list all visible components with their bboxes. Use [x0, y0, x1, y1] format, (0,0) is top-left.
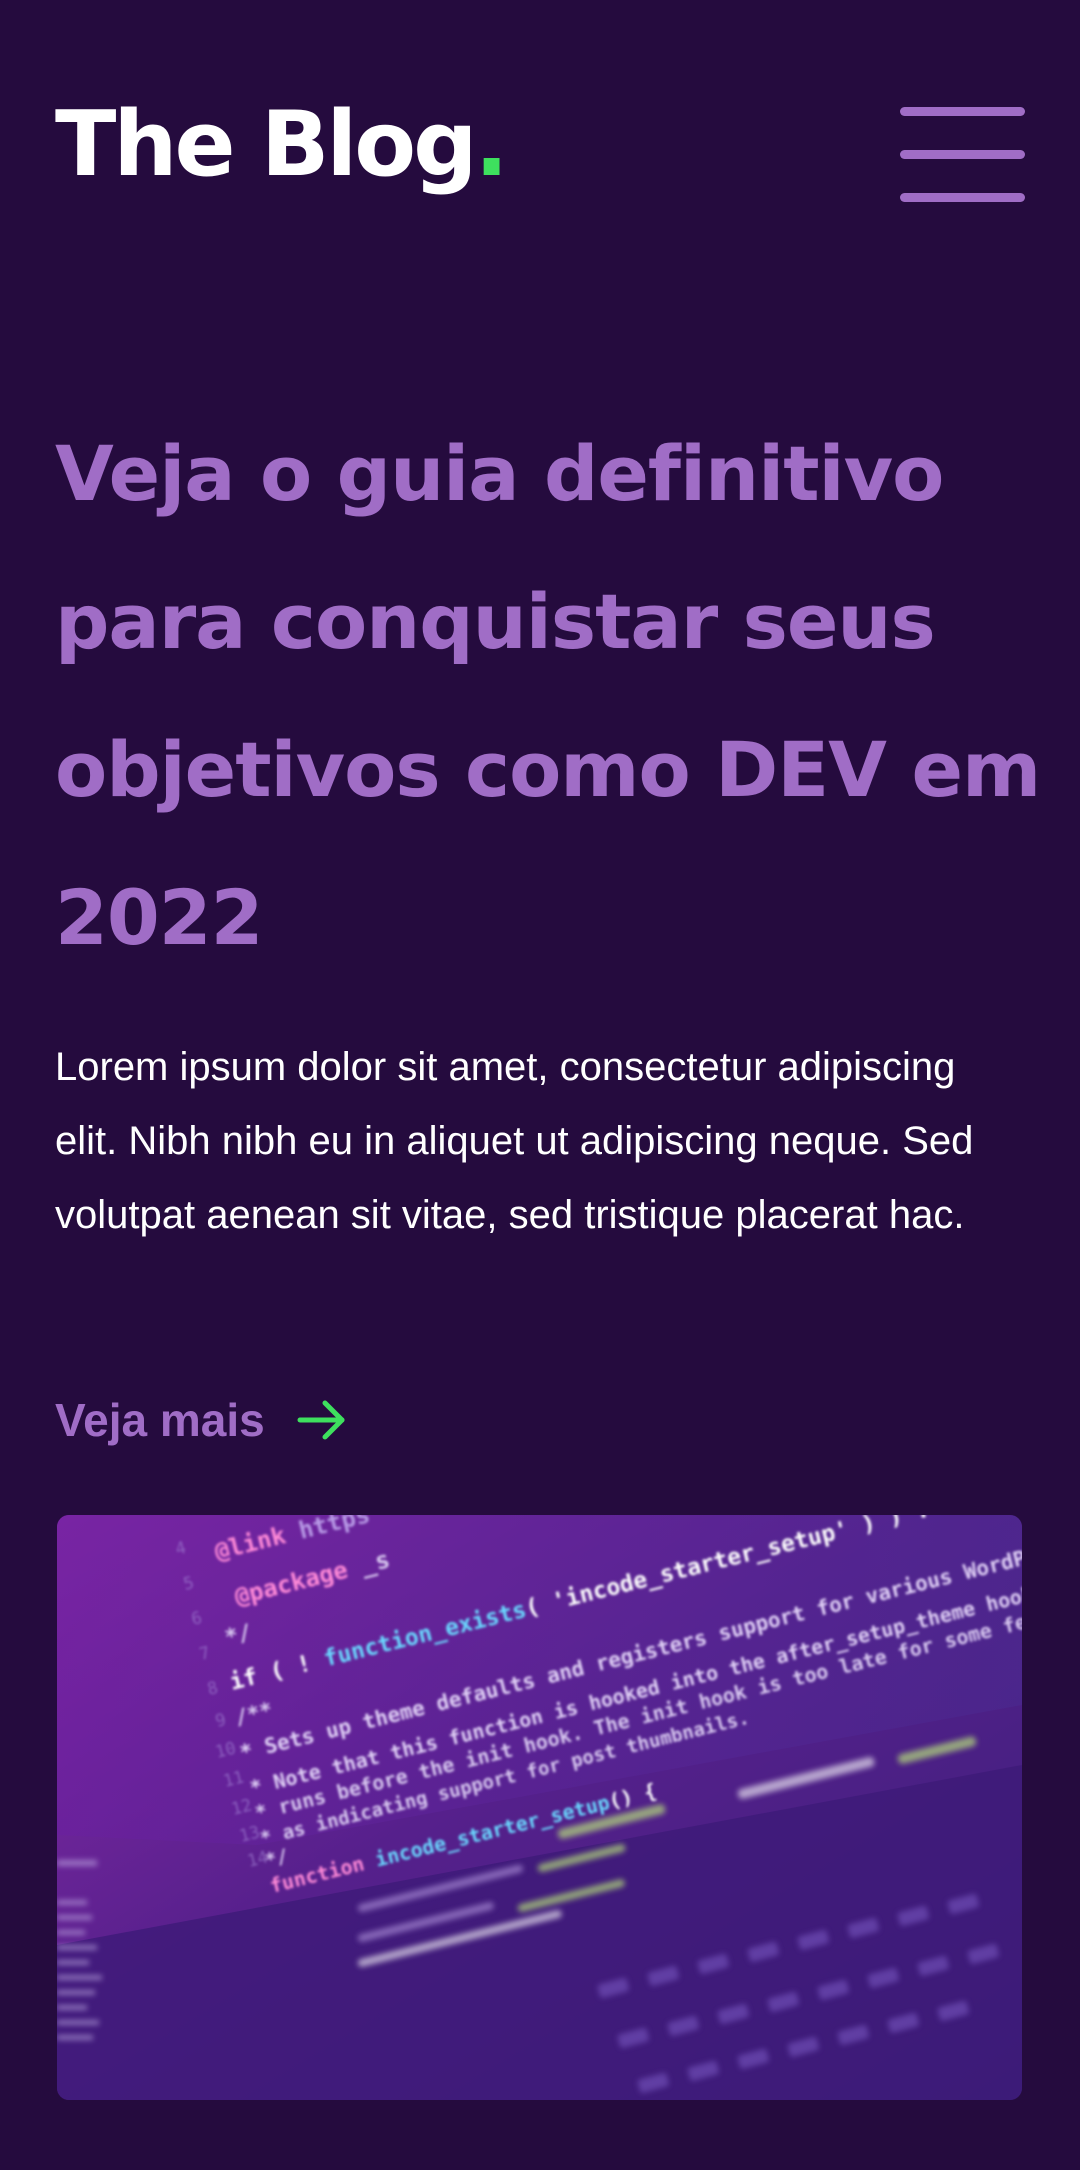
site-logo[interactable]: The Blog. — [55, 92, 509, 197]
hero-image: 4 5 6 7 8 9 10 11 12 13 14 @link https @… — [57, 1515, 1022, 2100]
laptop-code-illustration: 4 5 6 7 8 9 10 11 12 13 14 @link https @… — [57, 1515, 1022, 2100]
logo-text: The Blog — [55, 92, 478, 197]
menu-bar-middle — [900, 150, 1025, 159]
menu-bar-bottom — [900, 193, 1025, 202]
menu-bar-top — [900, 107, 1025, 116]
hero-description: Lorem ipsum dolor sit amet, consectetur … — [55, 1045, 974, 1237]
see-more-label: Veja mais — [55, 1394, 265, 1446]
hero-title: Veja o guia definitivo para conquistar s… — [55, 429, 1041, 962]
logo-dot: . — [474, 92, 509, 197]
site-header: The Blog. — [55, 95, 1025, 205]
see-more-link[interactable]: Veja mais — [55, 1390, 347, 1450]
hamburger-menu-icon[interactable] — [900, 107, 1025, 203]
arrow-right-icon — [297, 1395, 347, 1445]
